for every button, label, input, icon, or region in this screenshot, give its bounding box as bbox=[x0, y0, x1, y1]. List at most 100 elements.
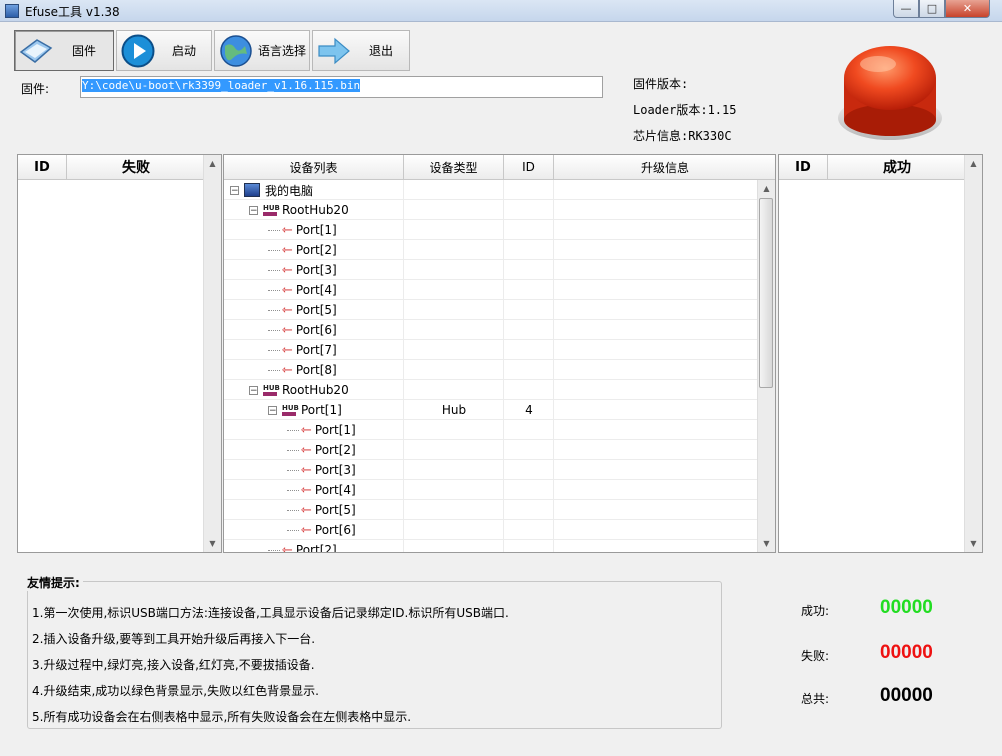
fail-table-header-id[interactable]: ID bbox=[18, 155, 67, 180]
success-table-scrollbar[interactable]: ▲ ▼ bbox=[964, 155, 982, 552]
tree-row[interactable]: ⇽ Port[6] bbox=[224, 320, 758, 340]
device-table[interactable]: 设备列表 设备类型 ID 升级信息 − 我的电脑 − HUB RootHub20 ⇽ Por… bbox=[223, 154, 776, 553]
tree-node[interactable]: ⇽ Port[4] bbox=[287, 480, 356, 500]
success-table-header-status[interactable]: 成功 bbox=[828, 155, 967, 180]
device-table-header-list[interactable]: 设备列表 bbox=[224, 155, 404, 180]
device-tree[interactable]: − 我的电脑 − HUB RootHub20 ⇽ Port[1] ⇽ Port[2] ⇽ Port[… bbox=[224, 180, 758, 552]
scroll-up-icon[interactable]: ▲ bbox=[204, 155, 221, 172]
collapse-toggle-icon[interactable]: − bbox=[249, 205, 258, 215]
close-button[interactable]: ✕ bbox=[945, 0, 990, 18]
device-info-cell bbox=[554, 520, 758, 540]
start-button[interactable]: 启动 bbox=[116, 30, 212, 71]
maximize-button[interactable]: □ bbox=[919, 0, 945, 18]
tip-item: 1.第一次使用,标识USB端口方法:连接设备,工具显示设备后记录绑定ID.标识所… bbox=[32, 606, 509, 620]
usb-icon: ⇽ bbox=[301, 482, 312, 498]
device-table-header-id[interactable]: ID bbox=[504, 155, 554, 180]
firmware-version-label: 固件版本: bbox=[633, 77, 689, 91]
fail-table-scrollbar[interactable]: ▲ ▼ bbox=[203, 155, 221, 552]
success-table-header-id[interactable]: ID bbox=[779, 155, 828, 180]
tree-row[interactable]: ⇽ Port[2] bbox=[224, 240, 758, 260]
collapse-toggle-icon[interactable]: − bbox=[249, 385, 258, 395]
collapse-toggle-icon[interactable]: − bbox=[230, 185, 239, 195]
tree-row[interactable]: ⇽ Port[5] bbox=[224, 300, 758, 320]
tree-node-label: Port[1] bbox=[314, 423, 356, 437]
language-button[interactable]: 语言选择 bbox=[214, 30, 310, 71]
tree-row[interactable]: ⇽ Port[6] bbox=[224, 520, 758, 540]
hub-icon: HUB bbox=[263, 204, 280, 216]
device-type-cell bbox=[404, 320, 504, 340]
tree-node[interactable]: ⇽ Port[2] bbox=[287, 440, 356, 460]
tree-row[interactable]: − HUB Port[1] Hub 4 bbox=[224, 400, 758, 420]
firmware-button[interactable]: 固件 bbox=[14, 30, 114, 71]
tree-row[interactable]: ⇽ Port[2] bbox=[224, 540, 758, 552]
tree-node-label: Port[3] bbox=[295, 263, 337, 277]
tree-node[interactable]: ⇽ Port[5] bbox=[287, 500, 356, 520]
tree-node[interactable]: ⇽ Port[1] bbox=[268, 220, 337, 240]
tree-node-label: Port[4] bbox=[314, 483, 356, 497]
tree-row[interactable]: ⇽ Port[1] bbox=[224, 220, 758, 240]
tree-row[interactable]: − 我的电脑 bbox=[224, 180, 758, 200]
title-bar[interactable] bbox=[0, 0, 1002, 22]
device-table-scrollbar[interactable]: ▲ ▼ bbox=[757, 180, 775, 552]
tree-row[interactable]: ⇽ Port[7] bbox=[224, 340, 758, 360]
device-info-cell bbox=[554, 260, 758, 280]
collapse-toggle-icon[interactable]: − bbox=[268, 405, 277, 415]
tree-row[interactable]: ⇽ Port[8] bbox=[224, 360, 758, 380]
firmware-path-input[interactable]: Y:\code\u-boot\rk3399_loader_v1.16.115.b… bbox=[80, 76, 603, 98]
tree-node[interactable]: ⇽ Port[6] bbox=[268, 320, 337, 340]
tree-row[interactable]: ⇽ Port[3] bbox=[224, 460, 758, 480]
tree-connector bbox=[287, 429, 299, 431]
tree-row[interactable]: ⇽ Port[3] bbox=[224, 260, 758, 280]
tree-row[interactable]: − HUB RootHub20 bbox=[224, 380, 758, 400]
scroll-down-icon[interactable]: ▼ bbox=[965, 535, 982, 552]
device-id-cell bbox=[504, 280, 554, 300]
device-type-cell bbox=[404, 480, 504, 500]
tree-row[interactable]: ⇽ Port[5] bbox=[224, 500, 758, 520]
tree-node[interactable]: ⇽ Port[6] bbox=[287, 520, 356, 540]
fail-table[interactable]: ID 失败 ▲ ▼ bbox=[17, 154, 222, 553]
tree-node[interactable]: ⇽ Port[1] bbox=[287, 420, 356, 440]
tree-node[interactable]: ⇽ Port[3] bbox=[287, 460, 356, 480]
tree-row[interactable]: ⇽ Port[4] bbox=[224, 280, 758, 300]
device-type-cell: Hub bbox=[441, 403, 467, 417]
device-id-cell bbox=[504, 500, 554, 520]
tree-node[interactable]: − HUB Port[1] bbox=[268, 400, 342, 420]
tree-row[interactable]: ⇽ Port[4] bbox=[224, 480, 758, 500]
tree-node[interactable]: ⇽ Port[5] bbox=[268, 300, 337, 320]
tree-node[interactable]: ⇽ Port[2] bbox=[268, 540, 337, 552]
tree-node[interactable]: ⇽ Port[2] bbox=[268, 240, 337, 260]
tree-connector bbox=[287, 489, 299, 491]
scroll-thumb[interactable] bbox=[759, 198, 773, 388]
language-button-label: 语言选择 bbox=[257, 44, 306, 58]
tree-node-label: Port[2] bbox=[314, 443, 356, 457]
scroll-down-icon[interactable]: ▼ bbox=[204, 535, 221, 552]
success-table[interactable]: ID 成功 ▲ ▼ bbox=[778, 154, 983, 553]
tree-node[interactable]: ⇽ Port[4] bbox=[268, 280, 337, 300]
tree-row[interactable]: ⇽ Port[2] bbox=[224, 440, 758, 460]
device-type-cell bbox=[404, 520, 504, 540]
tree-node[interactable]: − HUB RootHub20 bbox=[249, 380, 349, 400]
usb-icon: ⇽ bbox=[282, 302, 293, 318]
tree-node[interactable]: ⇽ Port[8] bbox=[268, 360, 337, 380]
tree-node[interactable]: − 我的电脑 bbox=[230, 180, 313, 200]
scroll-up-icon[interactable]: ▲ bbox=[758, 180, 775, 197]
device-type-cell bbox=[404, 500, 504, 520]
tree-node-label: Port[7] bbox=[295, 343, 337, 357]
device-type-cell bbox=[404, 220, 504, 240]
device-table-header-info[interactable]: 升级信息 bbox=[554, 155, 775, 180]
device-table-header-type[interactable]: 设备类型 bbox=[404, 155, 504, 180]
exit-button[interactable]: 退出 bbox=[312, 30, 410, 71]
success-count-label: 成功: bbox=[801, 604, 830, 618]
scroll-down-icon[interactable]: ▼ bbox=[758, 535, 775, 552]
tree-node[interactable]: ⇽ Port[7] bbox=[268, 340, 337, 360]
tree-row[interactable]: − HUB RootHub20 bbox=[224, 200, 758, 220]
minimize-button[interactable]: — bbox=[893, 0, 919, 18]
scroll-up-icon[interactable]: ▲ bbox=[965, 155, 982, 172]
tree-row[interactable]: ⇽ Port[1] bbox=[224, 420, 758, 440]
fail-table-header-status[interactable]: 失败 bbox=[67, 155, 206, 180]
tree-connector bbox=[287, 509, 299, 511]
tree-node[interactable]: − HUB RootHub20 bbox=[249, 200, 349, 220]
usb-icon: ⇽ bbox=[282, 322, 293, 338]
tree-node[interactable]: ⇽ Port[3] bbox=[268, 260, 337, 280]
usb-icon: ⇽ bbox=[301, 462, 312, 478]
